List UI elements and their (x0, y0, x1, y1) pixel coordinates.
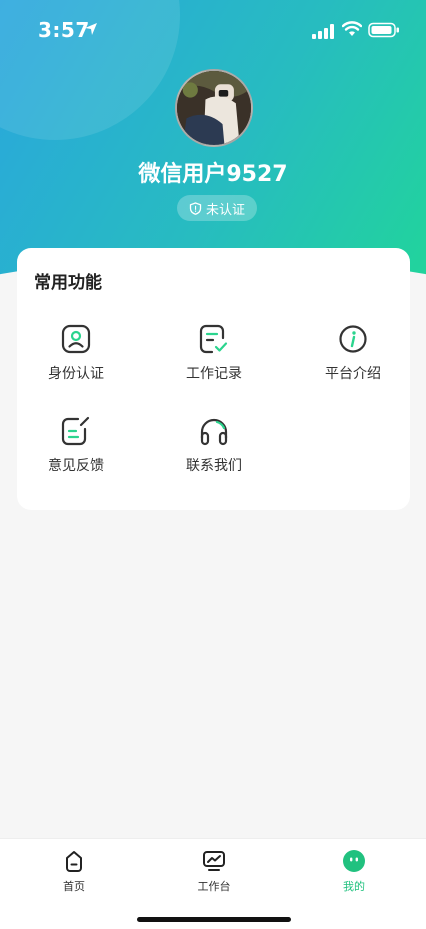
battery-icon (368, 22, 399, 38)
function-label: 联系我们 (186, 458, 242, 474)
function-work-records[interactable]: 工作记录 (154, 324, 274, 394)
tab-workbench[interactable]: 工作台 (169, 849, 259, 894)
workbench-icon (203, 851, 225, 871)
tab-label: 我的 (343, 880, 365, 893)
location-arrow-icon (85, 23, 97, 35)
profile-icon (343, 850, 365, 872)
tab-label: 首页 (63, 880, 85, 893)
avatar[interactable] (175, 69, 253, 147)
status-bar: 3:57 (0, 0, 426, 60)
card-title: 常用功能 (34, 273, 102, 293)
function-platform-intro[interactable]: 平台介绍 (293, 324, 413, 394)
verification-badge-label: 未认证 (205, 202, 245, 218)
headset-icon (200, 418, 228, 446)
tab-label: 工作台 (197, 880, 231, 893)
wifi-icon (342, 21, 362, 36)
function-identity-verification[interactable]: 身份认证 (16, 324, 136, 394)
shield-icon (189, 201, 202, 215)
function-label: 工作记录 (186, 366, 242, 382)
tab-mine[interactable]: 我的 (309, 849, 399, 894)
home-indicator (137, 917, 291, 922)
signal-icon (312, 24, 334, 39)
work-record-icon (199, 324, 228, 354)
function-label: 意见反馈 (48, 458, 104, 474)
function-contact-us[interactable]: 联系我们 (154, 416, 274, 486)
verification-badge[interactable]: 未认证 (177, 195, 257, 221)
function-label: 身份认证 (48, 366, 104, 382)
tab-bar: 首页 工作台 我的 (0, 838, 426, 929)
user-name: 微信用户9527 (138, 162, 288, 187)
status-time: 3:57 (38, 18, 90, 42)
tab-home[interactable]: 首页 (29, 849, 119, 894)
avatar-photo (177, 71, 251, 145)
common-functions-card: 常用功能 身份认证 工作记录 平台介绍 意见反馈 联系我们 (17, 248, 410, 510)
id-card-icon (61, 324, 91, 354)
home-icon (66, 851, 82, 872)
feedback-icon (61, 416, 90, 446)
info-icon (339, 325, 367, 353)
function-label: 平台介绍 (325, 366, 381, 382)
function-feedback[interactable]: 意见反馈 (16, 416, 136, 486)
